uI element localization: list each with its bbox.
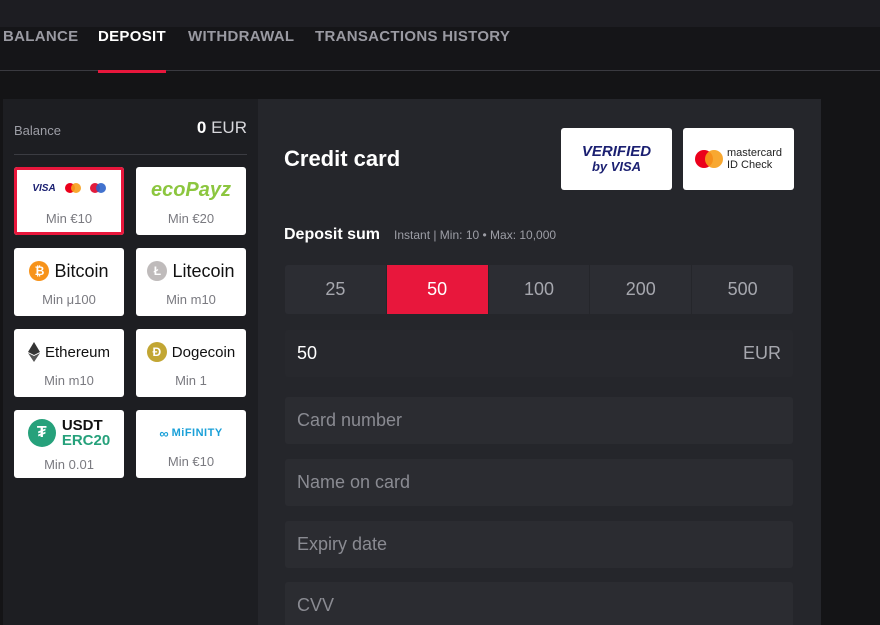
litecoin-icon: Ł (147, 261, 168, 281)
top-bar (0, 0, 880, 27)
amount-option[interactable]: 25 (285, 265, 387, 314)
payment-methods-sidebar: Balance 0 EUR VISA Min €10 ecoPayz Min €… (3, 99, 258, 625)
ethereum-logo-text: Ethereum (44, 343, 111, 361)
tether-icon: ₮ (27, 419, 56, 447)
bitcoin-logo-text: Bitcoin (54, 260, 109, 281)
tab-withdrawal[interactable]: WITHDRAWAL (188, 27, 294, 71)
ecopayz-logo-text: ecoPayz (150, 178, 232, 201)
mifinity-logo: ∞ MiFINITY (136, 422, 246, 444)
maestro-icon (89, 183, 106, 193)
card-logos: VISA (14, 177, 124, 199)
tab-deposit[interactable]: DEPOSIT (98, 27, 166, 73)
dogecoin-logo-text: Dogecoin (171, 343, 236, 361)
credit-card-panel: Credit card VERIFIED by VISA mastercard … (258, 99, 821, 625)
ecopayz-logo: ecoPayz (136, 179, 246, 201)
ethereum-icon (27, 342, 40, 362)
mifinity-logo-text: MiFINITY (171, 427, 223, 439)
id-check-label: ID Check (726, 159, 773, 171)
method-credit-card[interactable]: VISA Min €10 (14, 167, 124, 235)
ethereum-logo: Ethereum (14, 341, 124, 363)
method-litecoin[interactable]: Ł Litecoin Min m10 (136, 248, 246, 316)
visa-logo: VISA (32, 182, 56, 194)
method-ecopayz[interactable]: ecoPayz Min €20 (136, 167, 246, 235)
tab-bar: BALANCE DEPOSIT WITHDRAWAL TRANSACTIONS … (0, 27, 880, 73)
dogecoin-icon: Ð (146, 342, 167, 362)
erc20-label: ERC20 (61, 432, 111, 449)
litecoin-logo-text: Litecoin (172, 260, 235, 281)
tab-transactions-history[interactable]: TRANSACTIONS HISTORY (315, 27, 510, 71)
usdt-text: USDT ERC20 (62, 418, 110, 448)
method-mifinity[interactable]: ∞ MiFINITY Min €10 (136, 410, 246, 478)
method-ethereum[interactable]: Ethereum Min m10 (14, 329, 124, 397)
method-min: Min m10 (44, 373, 94, 388)
litecoin-logo: Ł Litecoin (136, 260, 246, 282)
mastercard-label: mastercard (726, 147, 783, 159)
bitcoin-logo: ₿ Bitcoin (14, 260, 124, 282)
method-min: Min €10 (45, 211, 93, 226)
bitcoin-icon: ₿ (29, 261, 50, 281)
usdt-label: USDT (61, 417, 103, 434)
name-on-card-input[interactable]: Name on card (285, 459, 793, 506)
balance-currency: EUR (211, 118, 247, 137)
amount-presets: 25 50 100 200 500 (285, 265, 793, 314)
page-title: Credit card (284, 146, 401, 171)
amount-option[interactable]: 500 (692, 265, 793, 314)
deposit-amount-value: 50 (297, 343, 318, 363)
deposit-sum-label: Deposit sum (284, 226, 381, 243)
dogecoin-logo: Ð Dogecoin (136, 341, 246, 363)
method-min: Min m10 (166, 292, 216, 307)
amount-option[interactable]: 100 (489, 265, 591, 314)
deposit-amount-input[interactable]: 50 EUR (285, 330, 793, 377)
method-dogecoin[interactable]: Ð Dogecoin Min 1 (136, 329, 246, 397)
method-min: Min €20 (167, 211, 215, 226)
by-visa-label: by VISA (591, 159, 642, 174)
mastercard-text: mastercard ID Check (727, 147, 782, 171)
deposit-limits-info: Instant | Min: 10 • Max: 10,000 (394, 228, 557, 242)
verified-label: VERIFIED (581, 143, 652, 160)
tab-balance[interactable]: BALANCE (3, 27, 78, 71)
cvv-input[interactable]: CVV (285, 582, 793, 625)
deposit-currency: EUR (742, 343, 781, 363)
method-bitcoin[interactable]: ₿ Bitcoin Min μ100 (14, 248, 124, 316)
verified-by-visa-text: VERIFIED by VISA (582, 144, 651, 174)
method-usdt-erc20[interactable]: ₮ USDT ERC20 Min 0.01 (14, 410, 124, 478)
card-number-input[interactable]: Card number (285, 397, 793, 444)
method-min: Min 1 (175, 373, 207, 388)
mastercard-icon (694, 150, 723, 168)
balance-value: 0 EUR (197, 118, 247, 138)
mastercard-id-check-badge: mastercard ID Check (683, 128, 794, 190)
method-min: Min 0.01 (44, 457, 94, 472)
mifinity-icon: ∞ (159, 425, 169, 441)
amount-option-selected[interactable]: 50 (386, 265, 489, 314)
balance-amount: 0 (196, 118, 207, 137)
amount-option[interactable]: 200 (590, 265, 693, 314)
balance-label: Balance (14, 123, 61, 138)
balance-row: Balance 0 EUR (14, 115, 247, 155)
method-min: Min €10 (167, 454, 215, 469)
mastercard-icon (64, 183, 81, 193)
usdt-logo: ₮ USDT ERC20 (14, 418, 124, 448)
verified-by-visa-badge: VERIFIED by VISA (561, 128, 672, 190)
method-min: Min μ100 (42, 292, 96, 307)
expiry-date-input[interactable]: Expiry date (285, 521, 793, 568)
